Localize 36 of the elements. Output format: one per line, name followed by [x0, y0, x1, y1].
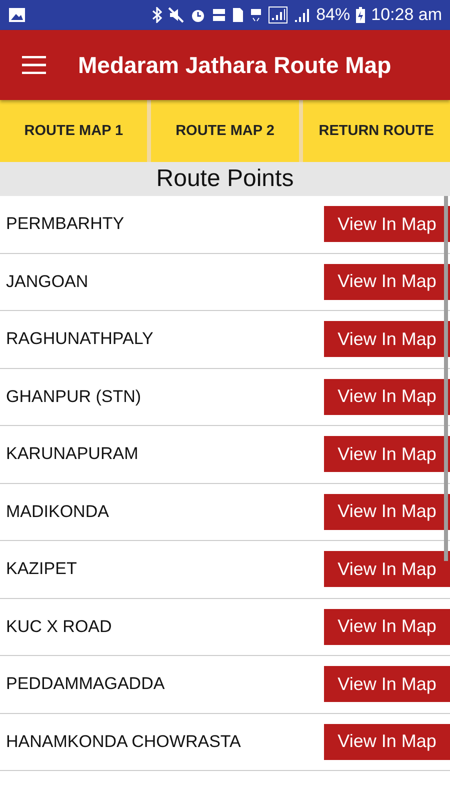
route-point-name: GHANPUR (STN) — [5, 386, 142, 407]
battery-icon — [356, 7, 366, 23]
route-point-name: HANAMKONDA CHOWRASTA — [5, 732, 241, 752]
menu-icon[interactable] — [22, 56, 46, 74]
signal-icon — [294, 7, 310, 23]
route-tab[interactable]: ROUTE MAP 1 — [0, 100, 148, 162]
view-in-map-button[interactable]: View In Map — [324, 494, 450, 530]
view-in-map-button[interactable]: View In Map — [324, 551, 450, 588]
section-title: Route Points — [156, 165, 294, 193]
route-tab[interactable]: ROUTE MAP 2 — [151, 100, 299, 162]
view-in-map-button[interactable]: View In Map — [324, 264, 450, 300]
view-in-map-button[interactable]: View In Map — [324, 206, 450, 242]
gallery-icon — [8, 7, 26, 23]
route-point-name: PERMBARHTY — [5, 214, 124, 234]
route-point-name: MADIKONDA — [5, 502, 109, 522]
mute-icon — [168, 7, 184, 23]
route-point-name: KAZIPET — [5, 559, 77, 580]
route-point-name: JANGOAN — [5, 272, 88, 292]
route-point-name: KUC X ROAD — [5, 616, 112, 637]
view-in-map-button[interactable]: View In Map — [324, 436, 450, 472]
route-point-name: KARUNAPURAM — [5, 444, 138, 464]
route-point-name: PEDDAMMAGADDA — [5, 674, 165, 694]
view-in-map-button[interactable]: View In Map — [324, 378, 450, 415]
signal-icon — [268, 6, 288, 24]
app-title: Medaram Jathara Route Map — [78, 52, 392, 78]
route-point-name: RAGHUNATHPALY — [5, 329, 154, 350]
view-in-map-button[interactable]: View In Map — [324, 608, 450, 645]
alarm-icon — [190, 7, 206, 23]
battery-level: 84% — [316, 5, 350, 25]
view-in-map-button[interactable]: View In Map — [324, 724, 450, 760]
clock: 10:28 am — [371, 5, 442, 25]
bluetooth-icon — [152, 7, 162, 23]
view-in-map-button[interactable]: View In Map — [324, 321, 450, 358]
route-tab[interactable]: RETURN ROUTE — [302, 100, 450, 162]
view-in-map-button[interactable]: View In Map — [324, 666, 450, 702]
sim-icon — [232, 7, 244, 23]
